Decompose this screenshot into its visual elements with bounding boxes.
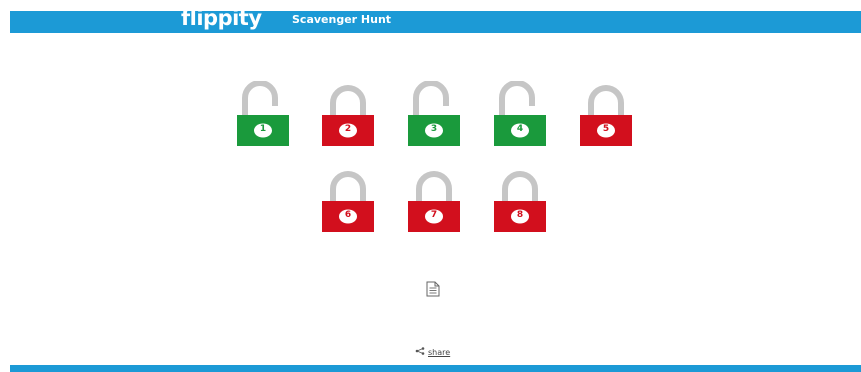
padlock-8[interactable]: 8	[494, 167, 546, 233]
padlock-icon	[237, 81, 289, 146]
share-link[interactable]: share	[415, 347, 450, 357]
padlock-icon	[322, 171, 374, 232]
page-title: Scavenger Hunt	[292, 13, 392, 26]
padlock-icon	[322, 85, 374, 146]
document-icon[interactable]	[426, 281, 440, 301]
padlock-2[interactable]: 2	[322, 81, 374, 147]
padlock-number: 8	[516, 210, 524, 220]
padlock-number: 5	[602, 124, 610, 134]
padlock-number: 7	[430, 210, 438, 220]
flippity-logo[interactable]: flippity	[181, 7, 262, 29]
share-icon	[415, 347, 425, 357]
header-bar: flippity Scavenger Hunt	[10, 7, 861, 33]
padlock-4[interactable]: 4	[494, 81, 546, 147]
padlock-number: 1	[259, 124, 267, 134]
padlock-number: 2	[344, 124, 352, 134]
footer-bar	[10, 365, 861, 372]
share-label: share	[428, 347, 451, 357]
padlock-5[interactable]: 5	[580, 81, 632, 147]
padlock-icon	[580, 85, 632, 146]
padlock-icon	[408, 81, 460, 146]
padlock-number: 6	[344, 210, 352, 220]
padlock-1[interactable]: 1	[237, 81, 289, 147]
padlock-icon	[408, 171, 460, 232]
padlock-number: 4	[516, 124, 524, 134]
padlock-7[interactable]: 7	[408, 167, 460, 233]
padlock-icon	[494, 171, 546, 232]
padlock-number: 3	[430, 124, 438, 134]
padlock-6[interactable]: 6	[322, 167, 374, 233]
padlock-icon	[494, 81, 546, 146]
padlock-3[interactable]: 3	[408, 81, 460, 147]
